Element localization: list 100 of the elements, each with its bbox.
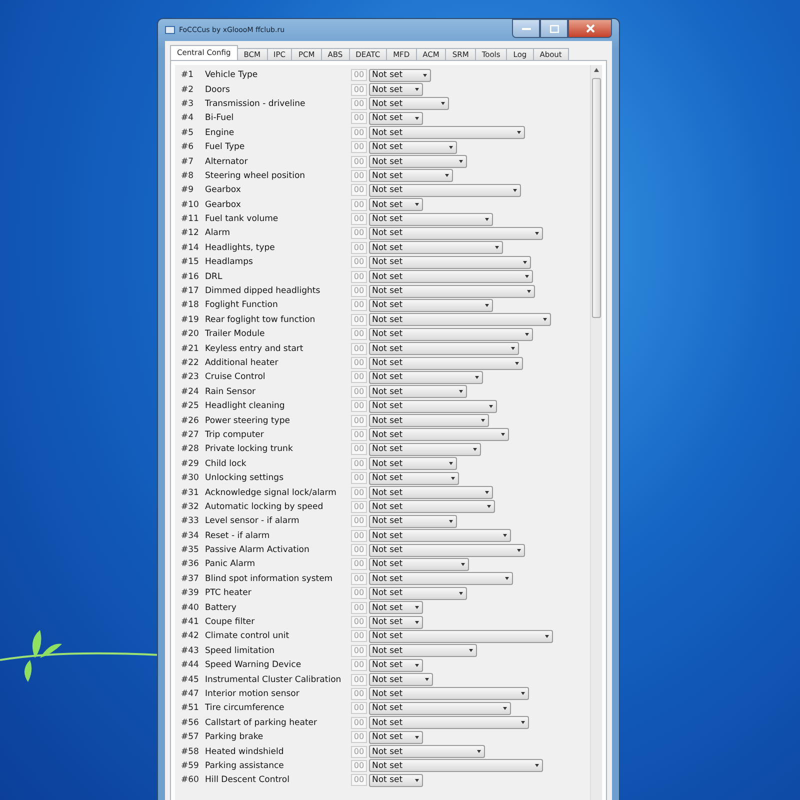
option-label: Headlight cleaning <box>205 401 286 412</box>
option-number: #21 <box>181 344 200 354</box>
close-button[interactable] <box>568 19 612 38</box>
value-dropdown[interactable]: Not set <box>369 630 553 643</box>
value-dropdown[interactable]: Not set <box>369 673 433 686</box>
option-number: #33 <box>181 516 200 526</box>
option-label: Dimmed dipped headlights <box>205 286 322 296</box>
value-dropdown[interactable]: Not set <box>369 284 535 298</box>
option-number: #2 <box>181 84 195 95</box>
value-dropdown[interactable]: Not set <box>369 514 457 528</box>
value-dropdown[interactable]: Not set <box>369 644 477 658</box>
value-dropdown[interactable]: Not set <box>369 400 497 413</box>
value-dropdown[interactable]: Not set <box>369 428 509 442</box>
caret-icon <box>515 362 519 364</box>
option-number: #15 <box>181 257 200 268</box>
value-dropdown[interactable]: Not set <box>369 370 483 384</box>
option-number: #10 <box>181 200 200 210</box>
option-number: #32 <box>181 502 200 512</box>
option-label: Rear foglight tow function <box>205 314 316 325</box>
value-dropdown[interactable]: Not set <box>369 500 495 514</box>
option-label: Reset - if alarm <box>205 530 271 541</box>
value-dropdown[interactable]: Not set <box>369 256 531 269</box>
value-dropdown[interactable]: Not set <box>369 241 503 254</box>
caret-icon <box>517 131 521 134</box>
option-label: Trip computer <box>205 430 265 440</box>
value-dropdown[interactable]: Not set <box>369 544 525 557</box>
caret-icon <box>451 476 455 480</box>
caret-icon <box>503 534 507 538</box>
option-label: Passive Alarm Activation <box>205 545 310 556</box>
scrollbar[interactable] <box>590 65 602 800</box>
value-dropdown[interactable]: Not set <box>369 112 423 125</box>
option-number: #1 <box>181 70 195 80</box>
option-number: #12 <box>181 228 200 238</box>
value-dropdown[interactable]: Not set <box>369 457 457 470</box>
option-number: #42 <box>181 631 200 642</box>
value-dropdown[interactable]: Not set <box>369 702 511 715</box>
value-dropdown[interactable]: Not set <box>369 414 489 428</box>
minimize-button[interactable] <box>512 19 540 38</box>
scroll-thumb[interactable] <box>592 78 601 318</box>
value-dropdown[interactable]: Not set <box>369 328 533 341</box>
value-dropdown[interactable]: Not set <box>369 126 525 140</box>
value-dropdown[interactable]: Not set <box>369 716 529 730</box>
option-label: Coupe filter <box>205 617 256 628</box>
caret-icon <box>415 664 419 667</box>
value-dropdown[interactable]: Not set <box>369 745 485 758</box>
value-dropdown[interactable]: Not set <box>369 616 423 629</box>
maximize-button[interactable] <box>540 19 568 38</box>
option-number: #40 <box>181 602 200 613</box>
value-dropdown[interactable]: Not set <box>369 385 467 398</box>
value-dropdown[interactable]: Not set <box>369 68 431 82</box>
option-label: Automatic locking by speed <box>205 502 324 512</box>
value-dropdown[interactable]: Not set <box>369 226 543 240</box>
value-dropdown[interactable]: Not set <box>369 601 423 614</box>
value-dropdown[interactable]: Not set <box>369 298 493 312</box>
value-dropdown[interactable]: Not set <box>369 486 493 500</box>
value-dropdown[interactable]: Not set <box>369 759 543 772</box>
option-label: Doors <box>205 84 231 95</box>
value-dropdown[interactable]: Not set <box>369 97 449 110</box>
scroll-up-icon <box>594 68 599 72</box>
value-dropdown[interactable]: Not set <box>369 184 521 197</box>
caret-icon <box>521 692 525 696</box>
caret-icon <box>535 764 539 768</box>
value-dropdown[interactable]: Not set <box>369 155 467 168</box>
value-dropdown[interactable]: Not set <box>369 356 523 370</box>
value-dropdown[interactable]: Not set <box>369 83 423 96</box>
option-label: Private locking trunk <box>205 444 294 454</box>
value-dropdown[interactable]: Not set <box>369 313 551 326</box>
value-dropdown[interactable]: Not set <box>369 572 513 586</box>
value-dropdown[interactable]: Not set <box>369 529 511 542</box>
option-label: Rain Sensor <box>205 386 257 397</box>
option-number: #17 <box>181 286 200 296</box>
value-dropdown[interactable]: Not set <box>369 140 457 154</box>
option-label: Fuel Type <box>205 142 246 152</box>
value-dropdown[interactable]: Not set <box>369 212 493 226</box>
caret-icon <box>485 304 489 307</box>
caret-icon <box>485 491 489 494</box>
option-number: #30 <box>181 473 200 484</box>
caret-icon <box>423 74 427 77</box>
value-dropdown[interactable]: Not set <box>369 687 529 700</box>
caret-icon <box>415 116 419 120</box>
option-label: Additional heater <box>205 358 280 368</box>
option-number: #22 <box>181 358 200 368</box>
caret-icon <box>415 620 419 624</box>
option-label: Parking brake <box>205 732 264 742</box>
value-dropdown[interactable]: Not set <box>369 472 459 485</box>
caret-icon <box>469 649 473 652</box>
value-dropdown[interactable]: Not set <box>369 270 533 284</box>
value-dropdown[interactable]: Not set <box>369 730 423 744</box>
value-dropdown[interactable]: Not set <box>369 169 453 182</box>
value-dropdown[interactable]: Not set <box>369 198 423 212</box>
option-number: #6 <box>181 142 195 152</box>
option-number: #26 <box>181 416 200 426</box>
value-dropdown[interactable]: Not set <box>369 658 423 672</box>
value-dropdown[interactable]: Not set <box>369 442 481 456</box>
value-dropdown[interactable]: Not set <box>369 558 469 571</box>
option-number: #24 <box>181 386 200 397</box>
value-dropdown[interactable]: Not set <box>369 586 467 600</box>
value-dropdown[interactable]: Not set <box>369 342 519 356</box>
caret-icon <box>415 736 419 739</box>
value-dropdown[interactable]: Not set <box>369 774 423 787</box>
